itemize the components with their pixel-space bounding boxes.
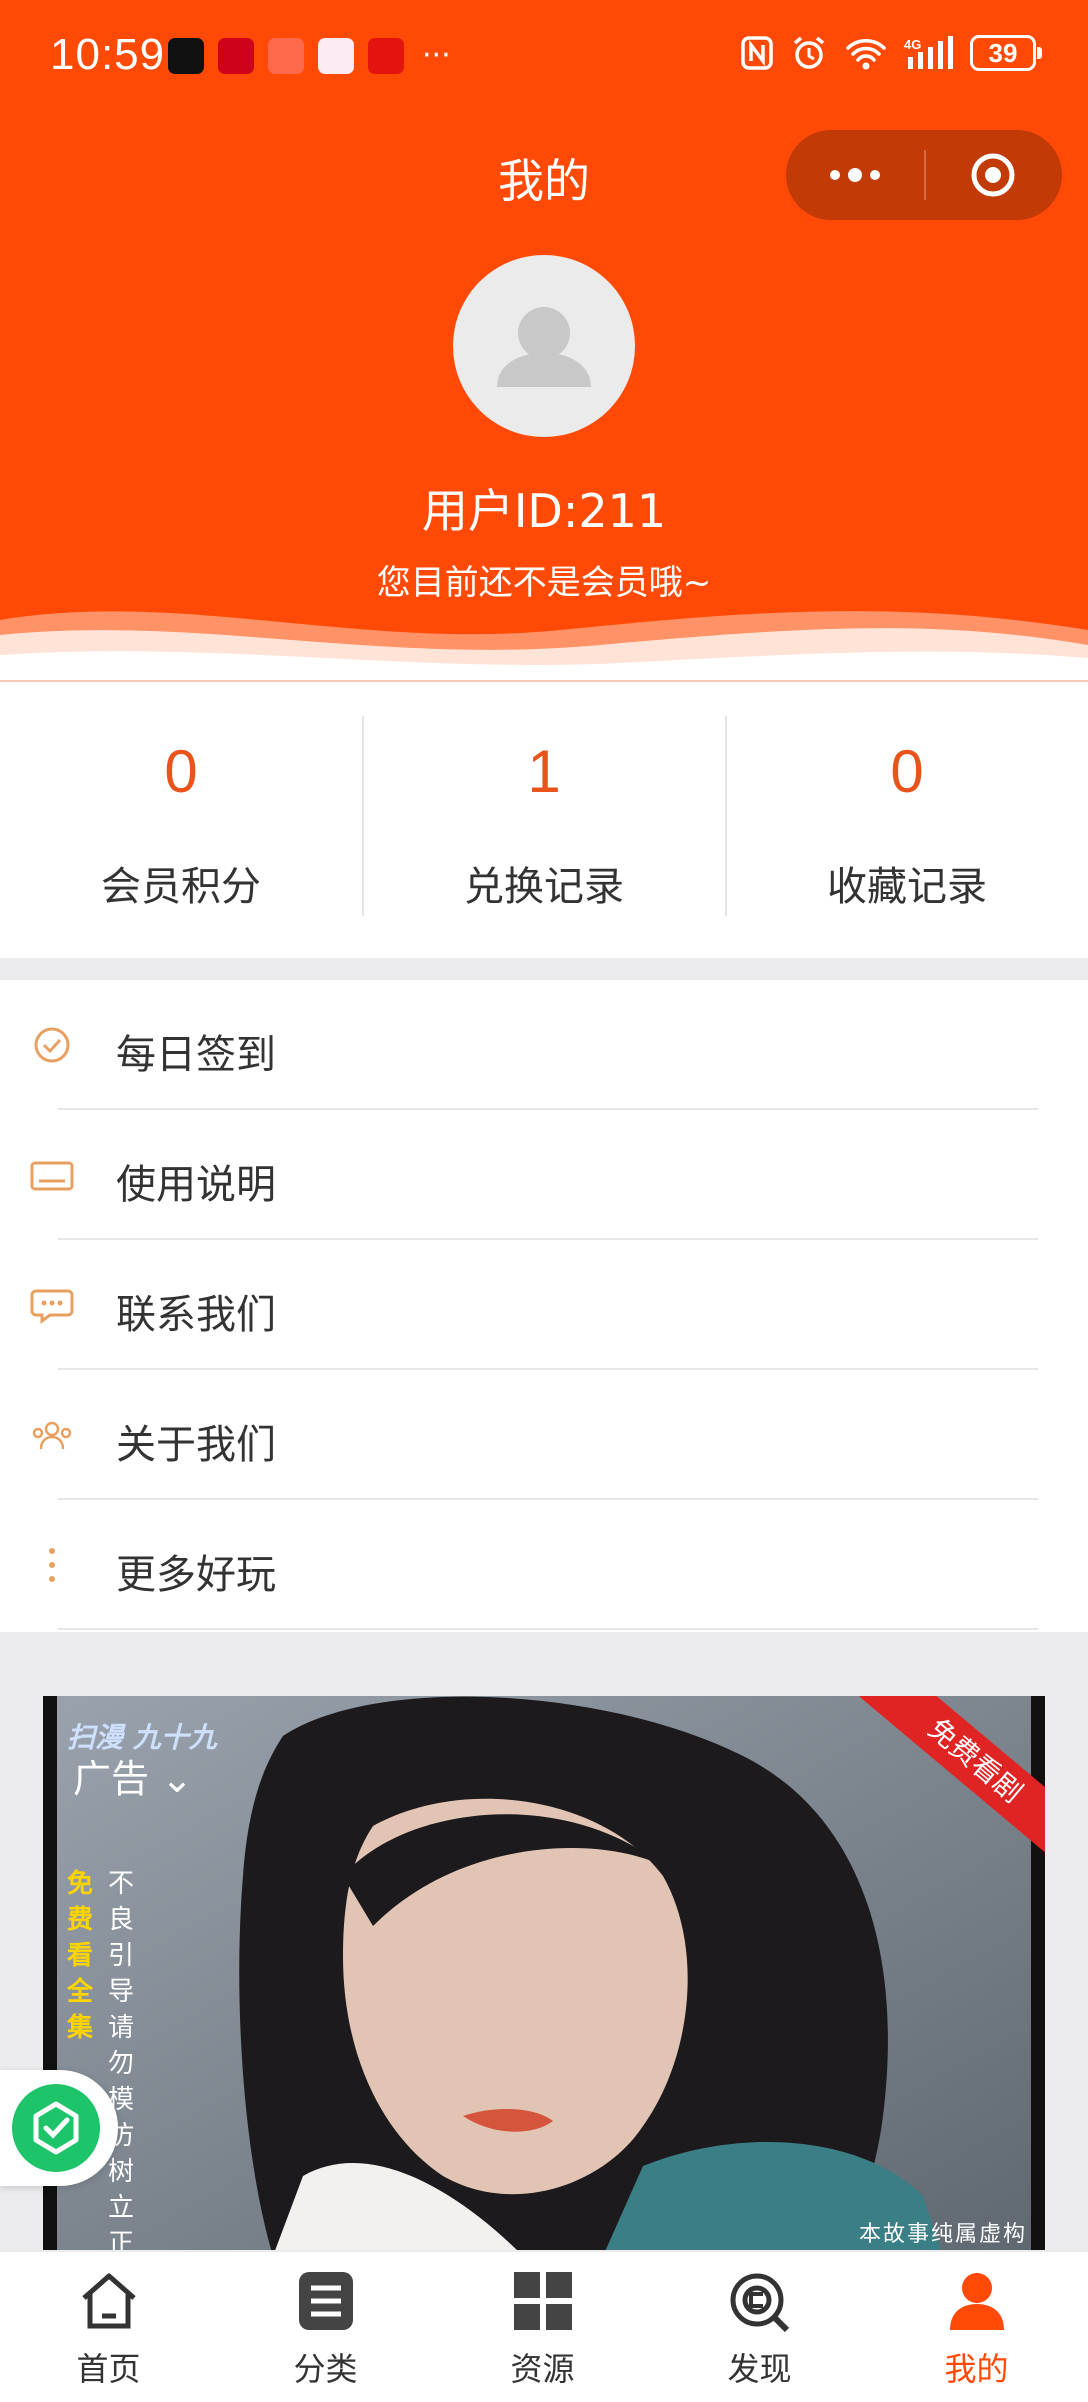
status-bar: 10:59 ··· 4G 39 xyxy=(0,0,1088,110)
home-icon xyxy=(82,2273,136,2329)
status-time: 10:59 xyxy=(50,30,166,79)
more-menu-button[interactable] xyxy=(786,130,924,220)
menu-item-label: 关于我们 xyxy=(116,1422,276,1468)
menu-item-daily-checkin[interactable]: 每日签到 xyxy=(0,980,1088,1110)
tiktok-icon xyxy=(168,38,204,74)
discover-icon xyxy=(730,2273,790,2333)
menu-item-label: 联系我们 xyxy=(116,1292,276,1338)
menu-item-instructions[interactable]: 使用说明 xyxy=(0,1110,1088,1240)
close-target-icon[interactable] xyxy=(970,152,1016,198)
menu-item-label: 每日签到 xyxy=(116,1032,276,1078)
ad-label-text: 广告 xyxy=(73,1757,150,1801)
tab-category[interactable]: 分类 xyxy=(217,2252,434,2402)
stat-exchanges-value: 1 xyxy=(527,738,561,805)
stat-points[interactable]: 0 会员积分 xyxy=(0,682,362,958)
avatar[interactable] xyxy=(453,255,635,437)
divider xyxy=(58,1628,1038,1630)
ad-vertical-text: 不良引导 请勿模仿 树立正确 xyxy=(108,1869,135,2256)
ad-image xyxy=(43,1696,1045,2256)
floating-checkin-circle xyxy=(12,2084,100,2172)
battery-icon: 39 xyxy=(970,35,1042,71)
tab-label: 分类 xyxy=(293,2350,358,2388)
grid-icon xyxy=(514,2272,572,2330)
users-icon xyxy=(32,1421,72,1450)
stat-favorites-value: 0 xyxy=(890,738,924,805)
profile-header: 10:59 ··· 4G 39 我的 用户ID:211 您目前还不是会员哦~ xyxy=(0,0,1088,680)
capsule-divider xyxy=(924,150,926,200)
shopping-cart-icon xyxy=(368,38,404,74)
stat-points-label: 会员积分 xyxy=(101,864,261,910)
stat-exchanges-label: 兑换记录 xyxy=(464,864,624,910)
signal-4g-icon: 4G xyxy=(904,36,953,69)
menu-list: 每日签到 使用说明 联系我们 关于我们 更多好玩 xyxy=(0,980,1088,1632)
tab-discover[interactable]: 发现 xyxy=(651,2252,868,2402)
default-avatar-icon xyxy=(497,307,591,387)
alarm-icon xyxy=(793,36,825,69)
user-id: 用户ID:211 xyxy=(421,484,667,538)
card-icon xyxy=(30,1161,74,1191)
ad-vertical-yellow-text: 免费看全集 xyxy=(67,1869,94,2043)
tab-label: 我的 xyxy=(944,2350,1009,2388)
floating-checkin-button[interactable] xyxy=(0,2070,118,2186)
photos-icon xyxy=(318,38,354,74)
tab-label: 资源 xyxy=(510,2350,575,2388)
checkin-icon xyxy=(33,2101,79,2155)
list-icon xyxy=(299,2272,353,2330)
ad-footer-text: 本故事纯属虚构 xyxy=(858,2222,1027,2247)
bottom-tab-bar: 首页 分类 资源 发现 我的 xyxy=(0,2250,1088,2402)
user-icon xyxy=(950,2273,1004,2330)
chevron-down-icon: ⌄ xyxy=(161,1757,193,1801)
menu-item-contact-us[interactable]: 联系我们 xyxy=(0,1240,1088,1370)
stat-exchanges[interactable]: 1 兑换记录 xyxy=(363,682,725,958)
tab-home[interactable]: 首页 xyxy=(0,2252,217,2402)
wifi-icon xyxy=(846,39,886,70)
menu-item-more-fun[interactable]: 更多好玩 xyxy=(0,1500,1088,1630)
svg-text:4G: 4G xyxy=(904,37,921,52)
tmall-icon xyxy=(218,38,254,74)
miniprogram-capsule xyxy=(786,130,1062,220)
tab-label: 首页 xyxy=(76,2350,141,2388)
menu-item-about-us[interactable]: 关于我们 xyxy=(0,1370,1088,1500)
ad-banner[interactable]: 扫漫 九十九 广告 ⌄ 免费看剧 免费看全集 不良引导 请勿模仿 树立正确 本故… xyxy=(43,1696,1045,2256)
ad-label[interactable]: 广告 ⌄ xyxy=(73,1748,193,1803)
notification-icons: ··· xyxy=(168,38,451,74)
chat-icon xyxy=(30,1289,74,1324)
stat-points-value: 0 xyxy=(164,738,198,805)
check-circle-icon xyxy=(34,1027,70,1063)
tab-resources[interactable]: 资源 xyxy=(434,2252,651,2402)
system-icons: 4G 39 xyxy=(740,34,1042,72)
header-wave xyxy=(0,611,1088,680)
more-vertical-icon xyxy=(49,1548,55,1582)
nfc-icon xyxy=(741,36,773,70)
menu-item-label: 使用说明 xyxy=(116,1162,276,1208)
menu-item-label: 更多好玩 xyxy=(116,1552,276,1598)
tab-mine[interactable]: 我的 xyxy=(868,2252,1085,2402)
tab-label: 发现 xyxy=(727,2350,792,2388)
redpacket-icon xyxy=(268,38,304,74)
stats-panel: 0 会员积分 1 兑换记录 0 收藏记录 xyxy=(0,680,1088,958)
stat-favorites-label: 收藏记录 xyxy=(827,864,987,910)
more-notifications-icon: ··· xyxy=(422,38,451,73)
stat-favorites[interactable]: 0 收藏记录 xyxy=(726,682,1088,958)
